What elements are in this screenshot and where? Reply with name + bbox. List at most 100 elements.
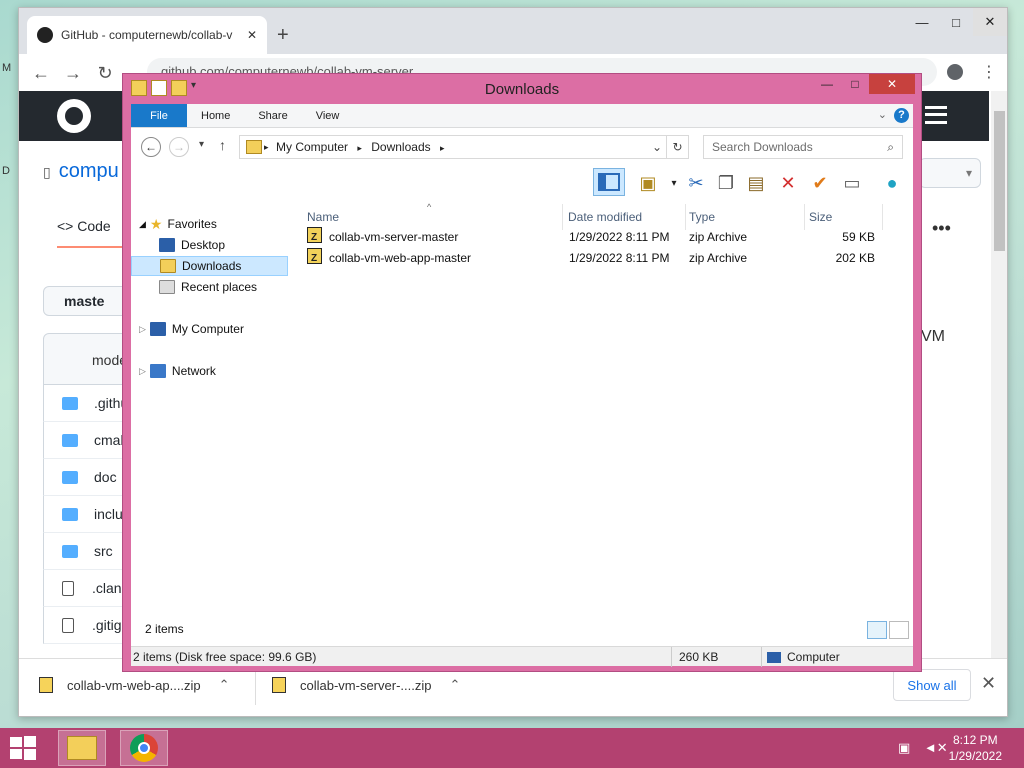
desktop-icon-label[interactable]: M [2, 62, 11, 74]
preview-pane-icon[interactable] [593, 168, 625, 196]
column-label: Date modified [568, 210, 643, 224]
rename-icon[interactable]: ▭ [839, 170, 865, 196]
browser-tab[interactable]: GitHub - computernewb/collab-v ✕ [27, 16, 267, 54]
chevron-right-icon[interactable]: ▸ [440, 143, 445, 153]
nav-item-recent-places[interactable]: Recent places [159, 277, 257, 297]
file-name[interactable]: inclu [94, 506, 123, 522]
close-window-button[interactable]: ✕ [973, 8, 1007, 36]
large-icons-view-icon[interactable] [889, 621, 909, 639]
network-tray-icon[interactable]: ▣ [898, 740, 910, 755]
volume-muted-icon[interactable]: ◄✕ [924, 740, 948, 755]
dropdown-button[interactable]: ▾ [919, 158, 981, 188]
status-size: 260 KB [679, 650, 719, 664]
breadcrumb-item[interactable]: Downloads [371, 140, 430, 154]
hamburger-menu-icon[interactable] [925, 106, 947, 124]
up-arrow-icon[interactable]: ↑ [219, 137, 226, 153]
chevron-right-icon[interactable]: ▸ [357, 143, 362, 153]
column-label: Type [689, 210, 716, 224]
divider [671, 647, 672, 667]
desktop-icon-label[interactable]: D [2, 165, 10, 177]
reload-button[interactable]: ↻ [89, 63, 121, 84]
chrome-icon [130, 734, 158, 762]
start-button[interactable] [10, 736, 38, 760]
maximize-button[interactable]: □ [841, 74, 869, 94]
expand-ribbon-icon[interactable]: ⌄ [878, 108, 887, 121]
show-all-button[interactable]: Show all [893, 669, 971, 701]
search-input[interactable]: Search Downloads ⌕ [703, 135, 903, 159]
profile-icon[interactable] [947, 64, 963, 80]
back-button[interactable]: ← [25, 63, 57, 84]
close-icon[interactable]: ✕ [981, 673, 996, 694]
paste-icon[interactable]: ▤ [743, 170, 769, 196]
cut-icon[interactable]: ✂ [683, 170, 709, 196]
taskbar-explorer-button[interactable] [58, 730, 106, 766]
chevron-up-icon[interactable]: ⌃ [219, 677, 230, 693]
nav-item-desktop[interactable]: Desktop [159, 235, 225, 255]
breadcrumb-item[interactable]: My Computer [276, 140, 348, 154]
minimize-button[interactable]: — [905, 8, 939, 36]
nav-item-downloads[interactable]: Downloads [131, 256, 288, 276]
page-scrollbar[interactable] [991, 91, 1007, 671]
tab-title: GitHub - computernewb/collab-v [61, 28, 233, 42]
nav-item-my-computer[interactable]: ▷ My Computer [139, 319, 244, 339]
minimize-button[interactable]: — [813, 74, 841, 94]
recent-locations-chevron-icon[interactable]: ▾ [199, 139, 204, 150]
taskbar-chrome-button[interactable] [120, 730, 168, 766]
forward-button[interactable]: → [169, 137, 189, 157]
chevron-down-icon[interactable]: ⌄ [652, 136, 662, 158]
repo-name[interactable]: compu [59, 160, 119, 182]
folder-icon [62, 470, 78, 484]
explorer-titlebar[interactable]: ▾ Downloads — □ ✕ [123, 74, 921, 104]
computer-icon [767, 652, 781, 663]
clock[interactable]: 8:12 PM 1/29/2022 [949, 732, 1002, 764]
more-icon[interactable]: ••• [932, 218, 951, 239]
maximize-button[interactable]: □ [939, 8, 973, 36]
collapsed-arrow-icon[interactable]: ▷ [139, 324, 146, 335]
github-logo[interactable] [57, 99, 91, 133]
forward-button[interactable]: → [57, 63, 89, 84]
delete-icon[interactable]: ✕ [775, 170, 801, 196]
tab-view[interactable]: View [302, 104, 354, 127]
windows-logo-icon [10, 737, 22, 747]
tab-home[interactable]: Home [187, 104, 244, 127]
expanded-arrow-icon[interactable]: ◢ [139, 219, 146, 230]
clock-date: 1/29/2022 [948, 749, 1002, 763]
chevron-right-icon[interactable]: ▸ [264, 136, 269, 158]
new-tab-button[interactable]: + [277, 24, 289, 47]
file-name[interactable]: doc [94, 469, 117, 485]
back-button[interactable]: ← [141, 137, 161, 157]
nav-item-network[interactable]: ▷ Network [139, 361, 216, 381]
globe-icon[interactable]: ● [879, 170, 905, 196]
file-name[interactable]: src [94, 543, 113, 559]
file-icon [62, 617, 74, 633]
file-name[interactable]: .gitig [92, 617, 122, 633]
download-item[interactable]: collab-vm-web-ap....zip ⌃ [39, 673, 230, 697]
file-name: collab-vm-web-app-master [329, 251, 472, 265]
tab-file[interactable]: File [131, 104, 187, 127]
details-view-icon[interactable] [867, 621, 887, 639]
code-icon: <> [57, 218, 74, 234]
copy-icon[interactable]: ❐ [713, 170, 739, 196]
close-window-button[interactable]: ✕ [869, 74, 915, 94]
nav-label: Network [171, 364, 216, 378]
close-icon[interactable]: ✕ [247, 28, 257, 42]
folder-options-icon[interactable]: ▣ [635, 170, 661, 196]
address-bar[interactable]: ▸ My Computer ▸ Downloads ▸ ⌄ ↻ [239, 135, 689, 159]
refresh-icon[interactable]: ↻ [666, 136, 688, 158]
repo-title[interactable]: ▯ compu [43, 160, 119, 183]
scrollbar-thumb[interactable] [994, 111, 1005, 251]
clock-time: 8:12 PM [952, 733, 998, 747]
nav-item-favorites[interactable]: ◢ ★ Favorites [139, 214, 217, 234]
folder-icon [62, 507, 78, 521]
tab-label: Code [77, 218, 111, 234]
check-icon[interactable]: ✔ [807, 170, 833, 196]
tab-share[interactable]: Share [244, 104, 301, 127]
file-row[interactable]: collab-vm-server-master 1/29/2022 8:11 P… [307, 227, 887, 248]
chevron-up-icon[interactable]: ⌃ [449, 677, 460, 693]
column-label: Name [307, 210, 340, 224]
menu-icon[interactable]: ⋮ [981, 62, 997, 82]
collapsed-arrow-icon[interactable]: ▷ [139, 366, 146, 377]
file-row[interactable]: collab-vm-web-app-master 1/29/2022 8:11 … [307, 248, 887, 269]
download-item[interactable]: collab-vm-server-....zip ⌃ [272, 673, 460, 697]
help-icon[interactable]: ? [894, 108, 909, 123]
